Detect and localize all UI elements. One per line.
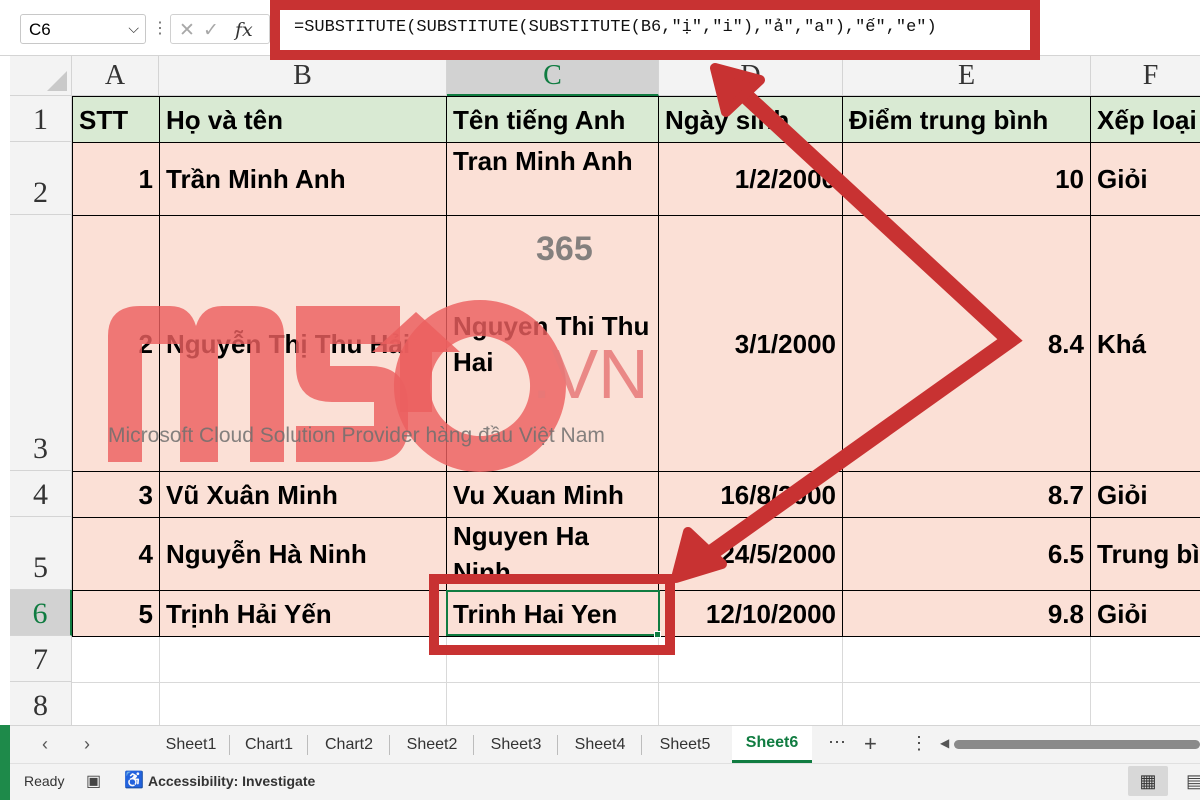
cell-a4[interactable]: 3 <box>73 472 159 517</box>
insert-function-icon[interactable]: fx <box>235 19 253 41</box>
cell-a5[interactable]: 4 <box>73 518 159 590</box>
select-all-button[interactable] <box>10 56 72 96</box>
cell-e1[interactable]: Điểm trung bình <box>843 97 1090 142</box>
cell-e2[interactable]: 10 <box>843 143 1090 215</box>
row-number: 8 <box>33 689 48 722</box>
row-number: 3 <box>33 432 48 465</box>
cell-d4[interactable]: 16/8/2000 <box>659 472 842 517</box>
gridline <box>72 682 1200 683</box>
cell-f6[interactable]: Giỏi <box>1091 591 1200 636</box>
normal-view-icon[interactable]: ▦ <box>1128 766 1168 796</box>
cell-e3[interactable]: 8.4 <box>843 216 1090 471</box>
row-number: 1 <box>33 103 48 136</box>
cell-c2[interactable]: Tran Minh Anh <box>447 143 658 215</box>
row-number: 5 <box>33 551 48 584</box>
row-number: 6 <box>32 597 48 630</box>
gridline <box>1090 637 1091 725</box>
name-box[interactable]: C6 ⌵ <box>20 14 146 44</box>
tab-chart2[interactable]: Chart2 <box>308 726 390 763</box>
cell-f1[interactable]: Xếp loại <box>1091 97 1200 142</box>
add-sheet-icon[interactable]: + <box>864 731 877 757</box>
cancel-icon[interactable]: ✕ <box>179 19 195 42</box>
cell-b5[interactable]: Nguyễn Hà Ninh <box>160 518 446 590</box>
cell-f4[interactable]: Giỏi <box>1091 472 1200 517</box>
worksheet-grid[interactable]: A B C D E F 1 2 3 4 5 6 7 8 STT Họ và tê… <box>0 56 1200 725</box>
sheet-tab-bar: ‹ › Sheet1 Chart1 Chart2 Sheet2 Sheet3 S… <box>10 725 1200 763</box>
row-number: 4 <box>33 478 48 511</box>
more-sheets-icon[interactable]: ⋯ <box>828 732 846 753</box>
result-highlight-box <box>429 574 675 655</box>
cell-f2[interactable]: Giỏi <box>1091 143 1200 215</box>
cell-b6[interactable]: Trịnh Hải Yến <box>160 591 446 636</box>
formula-highlight-box <box>270 0 1040 60</box>
page-layout-view-icon[interactable]: ▤ <box>1186 771 1200 792</box>
cell-c4[interactable]: Vu Xuan Minh <box>447 472 658 517</box>
cell-d2[interactable]: 1/2/2000 <box>659 143 842 215</box>
cell-b1[interactable]: Họ và tên <box>160 97 446 142</box>
formula-buttons: ✕ ✓ fx <box>170 14 270 44</box>
scroll-left-icon[interactable]: ◀ <box>940 736 949 750</box>
cell-e4[interactable]: 8.7 <box>843 472 1090 517</box>
tab-sheet5[interactable]: Sheet5 <box>642 726 728 763</box>
row-header-4[interactable]: 4 <box>10 471 72 517</box>
row-header-3[interactable]: 3 <box>10 215 72 471</box>
row-header-6[interactable]: 6 <box>10 590 72 636</box>
select-all-triangle-icon <box>47 71 67 91</box>
cell-d1[interactable]: Ngày sinh <box>659 97 842 142</box>
cell-d3[interactable]: 3/1/2000 <box>659 216 842 471</box>
formula-bar-grip-icon[interactable]: ⋮ <box>152 18 168 38</box>
cell-a3[interactable]: 2 <box>73 216 159 471</box>
column-header-b[interactable]: B <box>159 56 447 96</box>
cell-c3[interactable]: Nguyen Thi Thu Hai <box>447 308 658 398</box>
cell-a2[interactable]: 1 <box>73 143 159 215</box>
cell-d5[interactable]: 24/5/2000 <box>659 518 842 590</box>
chevron-left-icon[interactable]: ‹ <box>42 734 48 755</box>
status-ready: Ready <box>24 773 65 789</box>
cell-a1[interactable]: STT <box>73 97 159 142</box>
gridline <box>159 637 160 725</box>
accessibility-status[interactable]: Accessibility: Investigate <box>148 773 315 789</box>
cell-a6[interactable]: 5 <box>73 591 159 636</box>
column-header-f[interactable]: F <box>1091 56 1200 96</box>
cell-e5[interactable]: 6.5 <box>843 518 1090 590</box>
column-header-e[interactable]: E <box>843 56 1091 96</box>
chevron-down-icon[interactable]: ⌵ <box>128 20 139 37</box>
horizontal-scrollbar[interactable] <box>954 740 1200 749</box>
row-number: 7 <box>33 643 48 676</box>
cell-f3[interactable]: Khá <box>1091 216 1200 471</box>
sheet-options-icon[interactable]: ⋮ <box>910 733 928 754</box>
row-header-1[interactable]: 1 <box>10 96 72 142</box>
tab-chart1[interactable]: Chart1 <box>230 726 308 763</box>
accessibility-icon[interactable]: ♿ <box>124 770 144 790</box>
cell-e6[interactable]: 9.8 <box>843 591 1090 636</box>
column-header-c[interactable]: C <box>447 56 659 96</box>
cell-d6[interactable]: 12/10/2000 <box>659 591 842 636</box>
tab-sheet2[interactable]: Sheet2 <box>390 726 474 763</box>
row-header-5[interactable]: 5 <box>10 517 72 590</box>
tab-sheet3[interactable]: Sheet3 <box>474 726 558 763</box>
row-number: 2 <box>33 176 48 209</box>
cell-b2[interactable]: Trần Minh Anh <box>160 143 446 215</box>
row-header-7[interactable]: 7 <box>10 636 72 682</box>
status-bar: Ready ▣ ♿ Accessibility: Investigate ▦ ▤ <box>10 763 1200 800</box>
macro-recording-icon[interactable]: ▣ <box>86 771 101 791</box>
tab-sheet1[interactable]: Sheet1 <box>152 726 230 763</box>
cell-c1[interactable]: Tên tiếng Anh <box>447 97 658 142</box>
column-header-a[interactable]: A <box>72 56 159 96</box>
gridline <box>842 637 843 725</box>
cell-b3[interactable]: Nguyễn Thị Thu Hải <box>160 216 446 471</box>
cell-f5[interactable]: Trung bình <box>1091 518 1200 590</box>
tab-sheet6[interactable]: Sheet6 <box>732 726 812 763</box>
column-header-d[interactable]: D <box>659 56 843 96</box>
name-box-value: C6 <box>29 20 51 39</box>
enter-icon[interactable]: ✓ <box>203 19 219 42</box>
cell-b4[interactable]: Vũ Xuân Minh <box>160 472 446 517</box>
row-header-2[interactable]: 2 <box>10 142 72 215</box>
row-header-8[interactable]: 8 <box>10 682 72 725</box>
tab-sheet4[interactable]: Sheet4 <box>558 726 642 763</box>
chevron-right-icon[interactable]: › <box>84 734 90 755</box>
